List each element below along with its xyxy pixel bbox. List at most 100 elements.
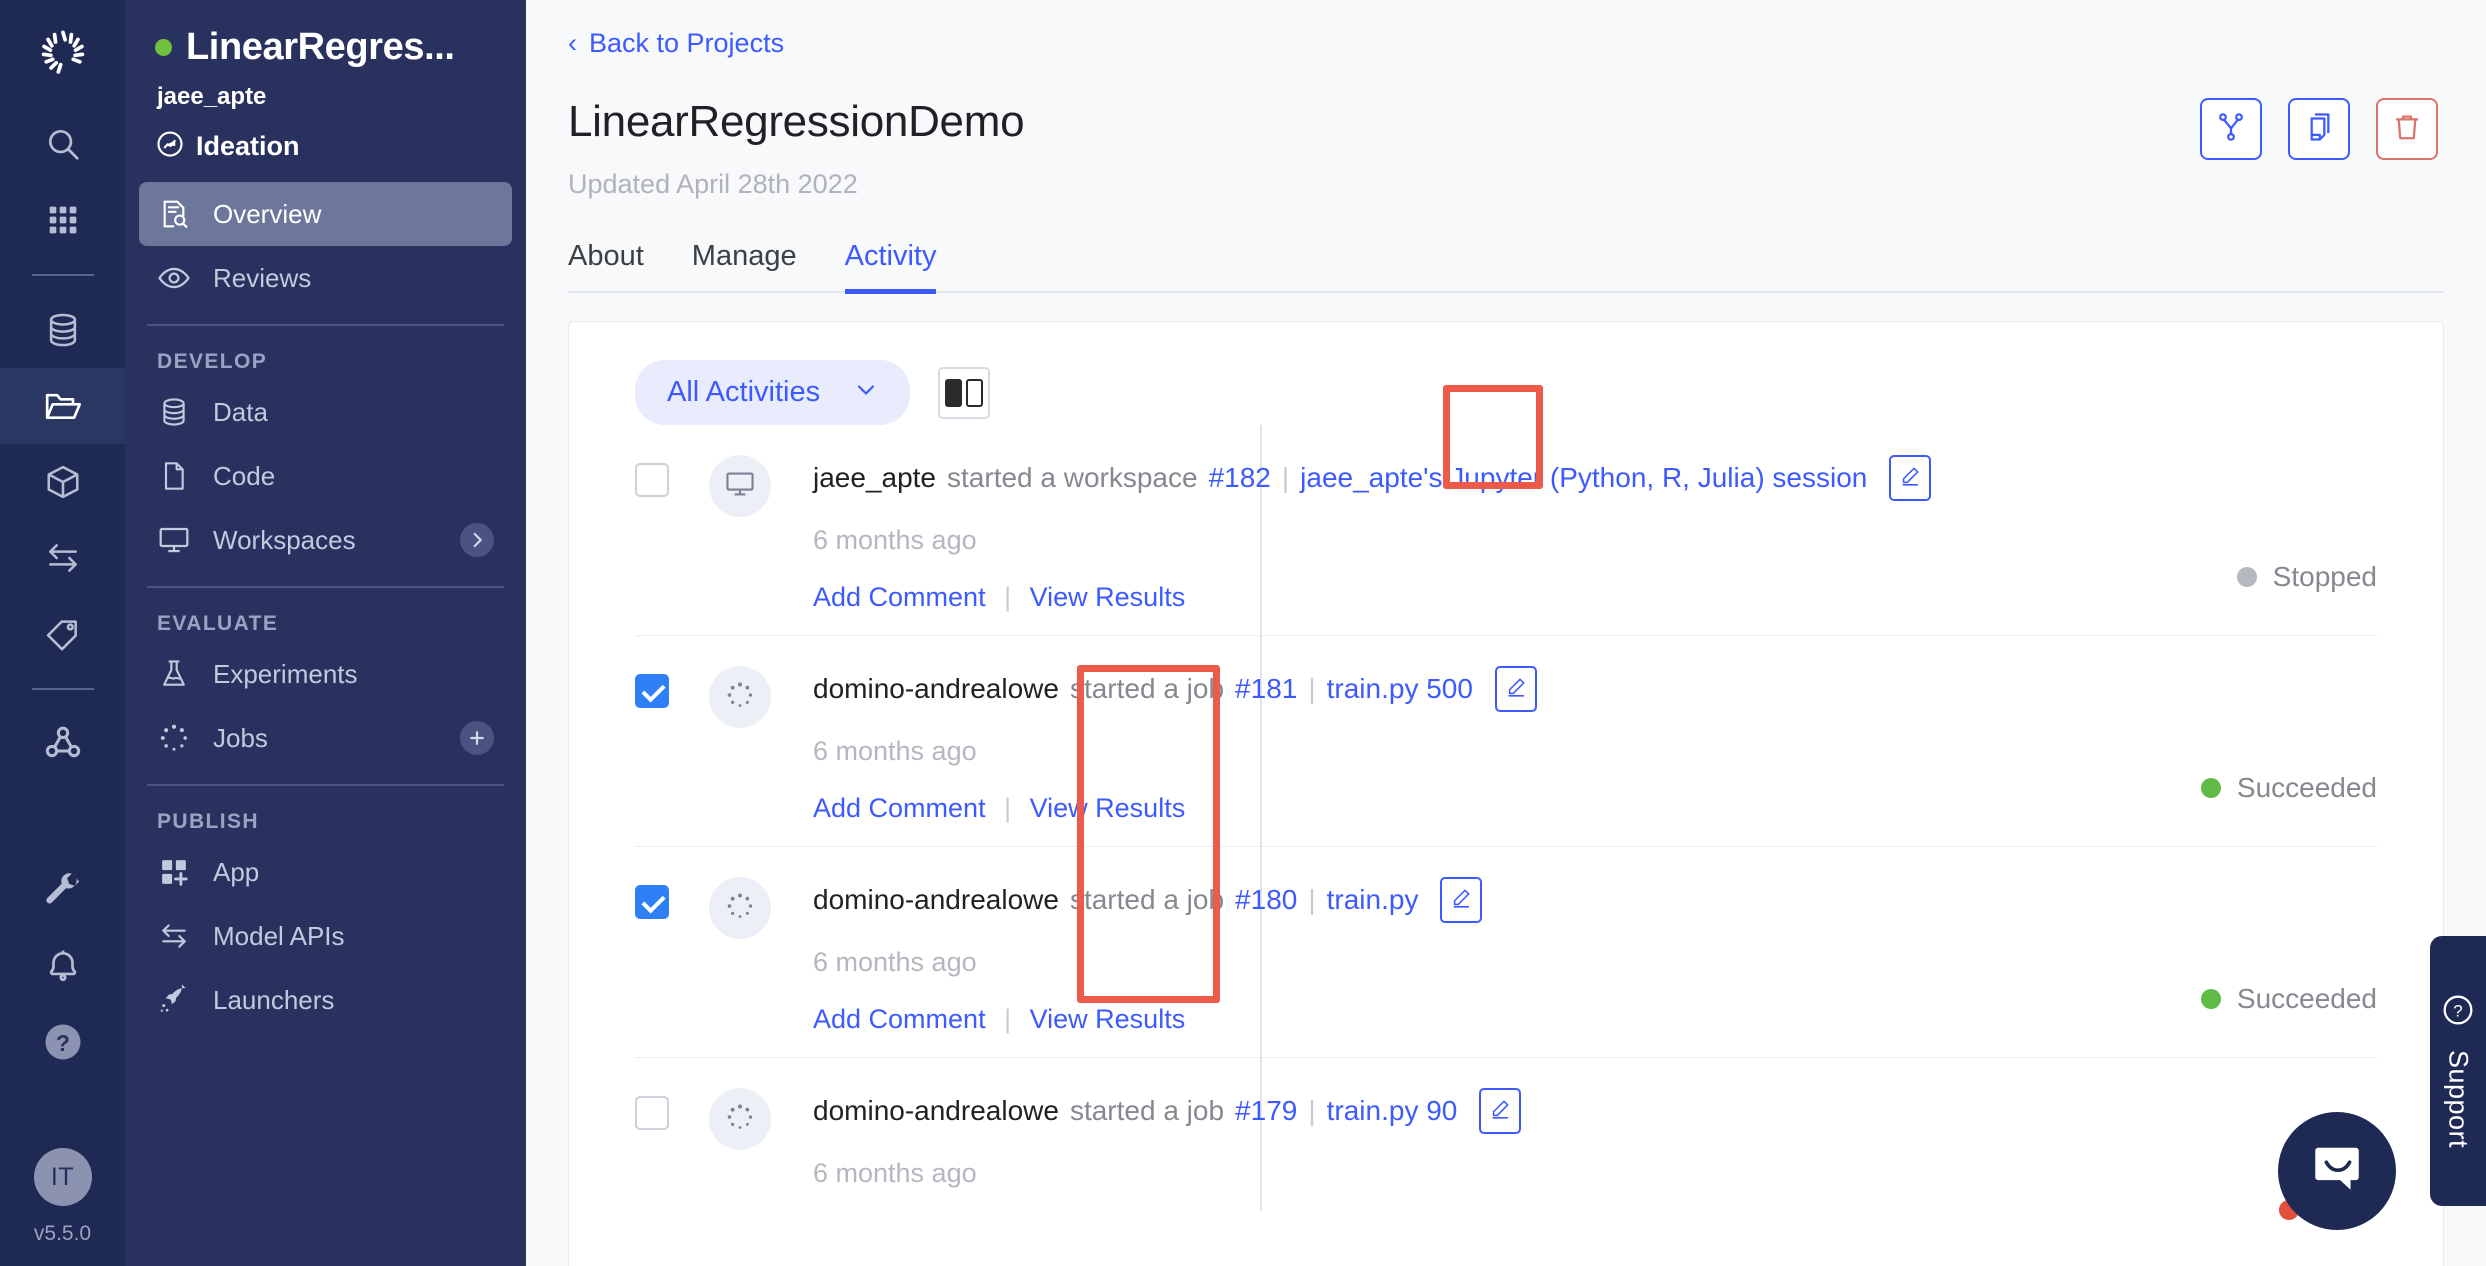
chevron-right-icon[interactable] bbox=[460, 523, 494, 557]
sidebar-item-reviews[interactable]: Reviews bbox=[139, 246, 512, 310]
split-view-toggle-button[interactable] bbox=[938, 366, 991, 419]
sidebar-item-workspaces[interactable]: Workspaces bbox=[139, 508, 512, 572]
main-content: ‹ Back to Projects LinearRegressionDemo … bbox=[526, 0, 2486, 1266]
activity-target-link[interactable]: jaee_apte's Jupyter (Python, R, Julia) s… bbox=[1300, 462, 1867, 494]
status-dot bbox=[2236, 567, 2257, 587]
rail-item-tags[interactable] bbox=[0, 596, 125, 672]
activity-edit-button[interactable] bbox=[1440, 877, 1483, 923]
activity-edit-button[interactable] bbox=[1494, 666, 1537, 712]
activity-checkbox[interactable] bbox=[635, 885, 669, 919]
activity-headline: domino-andrealowe started a job #181 | t… bbox=[813, 666, 2377, 712]
activity-body: jaee_apte started a workspace #182 | jae… bbox=[813, 455, 2377, 613]
overview-icon bbox=[157, 197, 191, 231]
sidebar-item-experiments[interactable]: Experiments bbox=[139, 642, 512, 706]
activity-timestamp: 6 months ago bbox=[813, 736, 977, 766]
project-header: LinearRegres... jaee_apte Ideation bbox=[125, 0, 526, 182]
support-label: Support bbox=[2443, 1050, 2474, 1149]
search-icon bbox=[44, 125, 82, 163]
view-results-link[interactable]: View Results bbox=[1030, 793, 1186, 823]
activity-ref-link[interactable]: #181 bbox=[1235, 673, 1297, 705]
stage-circle-icon bbox=[155, 129, 185, 164]
activity-headline: jaee_apte started a workspace #182 | jae… bbox=[813, 455, 2377, 501]
delete-project-button[interactable] bbox=[2376, 98, 2438, 160]
rail-item-people[interactable] bbox=[0, 706, 125, 782]
sidebar-item-overview[interactable]: Overview bbox=[139, 182, 512, 246]
back-to-projects-label: Back to Projects bbox=[589, 28, 785, 58]
rail-divider bbox=[31, 274, 94, 276]
project-stage[interactable]: Ideation bbox=[155, 129, 496, 164]
database-icon bbox=[157, 395, 191, 429]
app-grid-plus-icon bbox=[157, 855, 191, 889]
tab-manage[interactable]: Manage bbox=[692, 240, 797, 291]
activity-links: Add Comment | View Results bbox=[813, 582, 2377, 613]
sidebar-item-code[interactable]: Code bbox=[139, 444, 512, 508]
chevron-down-icon bbox=[854, 378, 878, 408]
tab-activity[interactable]: Activity bbox=[844, 240, 937, 294]
activity-target-link[interactable]: train.py 500 bbox=[1327, 673, 1473, 705]
rail-item-notifications[interactable] bbox=[0, 928, 125, 1004]
activity-target-link[interactable]: train.py bbox=[1327, 884, 1419, 916]
activity-actor: domino-andrealowe bbox=[813, 1095, 1059, 1126]
activity-checkbox[interactable] bbox=[635, 1096, 669, 1130]
app-root: ? IT v5.5.0 LinearRegres... jaee_apte Id… bbox=[0, 0, 2486, 1266]
rail-item-data[interactable] bbox=[0, 292, 125, 368]
intercom-chat-button[interactable] bbox=[2278, 1112, 2396, 1230]
sidebar-item-jobs[interactable]: Jobs bbox=[139, 706, 512, 770]
rail-item-projects[interactable] bbox=[0, 368, 125, 444]
view-results-link[interactable]: View Results bbox=[1030, 582, 1186, 612]
rail-item-model-apis[interactable] bbox=[0, 520, 125, 596]
activity-verb: started a workspace bbox=[947, 462, 1198, 493]
activity-checkbox[interactable] bbox=[635, 463, 669, 497]
activity-links: Add Comment | View Results bbox=[813, 793, 2377, 824]
sidebar-divider bbox=[147, 324, 504, 326]
sidebar-item-launchers[interactable]: Launchers bbox=[139, 968, 512, 1032]
status-label: Stopped bbox=[2272, 561, 2377, 592]
activity-edit-button[interactable] bbox=[1479, 1088, 1522, 1134]
add-comment-link[interactable]: Add Comment bbox=[813, 582, 986, 612]
spinner-dots-icon bbox=[725, 1102, 755, 1137]
activity-target-link[interactable]: train.py 90 bbox=[1327, 1095, 1458, 1127]
fork-project-button[interactable] bbox=[2200, 98, 2262, 160]
project-owner: jaee_apte bbox=[157, 83, 267, 110]
activity-card: All Activities jaee_apte started a works… bbox=[568, 321, 2444, 1266]
add-comment-link[interactable]: Add Comment bbox=[813, 793, 986, 823]
activity-filter-select[interactable]: All Activities bbox=[635, 360, 911, 425]
duplicate-project-button[interactable] bbox=[2288, 98, 2350, 160]
activity-status: Stopped bbox=[2236, 561, 2377, 593]
rail-item-help[interactable]: ? bbox=[0, 1004, 125, 1080]
sidebar-item-data[interactable]: Data bbox=[139, 380, 512, 444]
project-name: LinearRegres... bbox=[186, 26, 455, 68]
sidebar-item-label: App bbox=[213, 856, 260, 887]
activity-checkbox[interactable] bbox=[635, 674, 669, 708]
rail-item-search[interactable] bbox=[0, 106, 125, 182]
activity-filter-label: All Activities bbox=[667, 376, 821, 408]
activity-ref-link[interactable]: #179 bbox=[1235, 1095, 1297, 1127]
tab-bar: About Manage Activity bbox=[568, 240, 2444, 294]
back-to-projects-link[interactable]: ‹ Back to Projects bbox=[568, 28, 784, 59]
sidebar-item-label: Data bbox=[213, 396, 268, 427]
view-results-link[interactable]: View Results bbox=[1030, 1004, 1186, 1034]
activity-type-icon bbox=[709, 666, 771, 728]
activity-headline: domino-andrealowe started a job #179 | t… bbox=[813, 1088, 2377, 1134]
project-status-dot bbox=[155, 39, 172, 56]
plus-icon[interactable] bbox=[460, 721, 494, 755]
sidebar-divider-2 bbox=[147, 586, 504, 588]
support-tab[interactable]: ? Support bbox=[2430, 936, 2486, 1206]
file-icon bbox=[157, 459, 191, 493]
add-comment-link[interactable]: Add Comment bbox=[813, 1004, 986, 1034]
activity-ref-link[interactable]: #180 bbox=[1235, 884, 1297, 916]
rail-item-environments[interactable] bbox=[0, 444, 125, 520]
activity-ref-link[interactable]: #182 bbox=[1209, 462, 1271, 494]
rail-item-admin[interactable] bbox=[0, 852, 125, 928]
domino-logo-icon[interactable] bbox=[32, 22, 94, 84]
activity-actor: domino-andrealowe bbox=[813, 884, 1059, 915]
sidebar-item-app[interactable]: App bbox=[139, 840, 512, 904]
pencil-icon bbox=[1505, 673, 1527, 705]
global-icon-rail: ? IT v5.5.0 bbox=[0, 0, 125, 1266]
avatar[interactable]: IT bbox=[33, 1148, 92, 1206]
rail-item-apps[interactable] bbox=[0, 182, 125, 258]
activity-edit-button[interactable] bbox=[1889, 455, 1932, 501]
sidebar-item-label: Code bbox=[213, 460, 276, 491]
sidebar-item-model-apis[interactable]: Model APIs bbox=[139, 904, 512, 968]
tab-about[interactable]: About bbox=[568, 240, 644, 291]
